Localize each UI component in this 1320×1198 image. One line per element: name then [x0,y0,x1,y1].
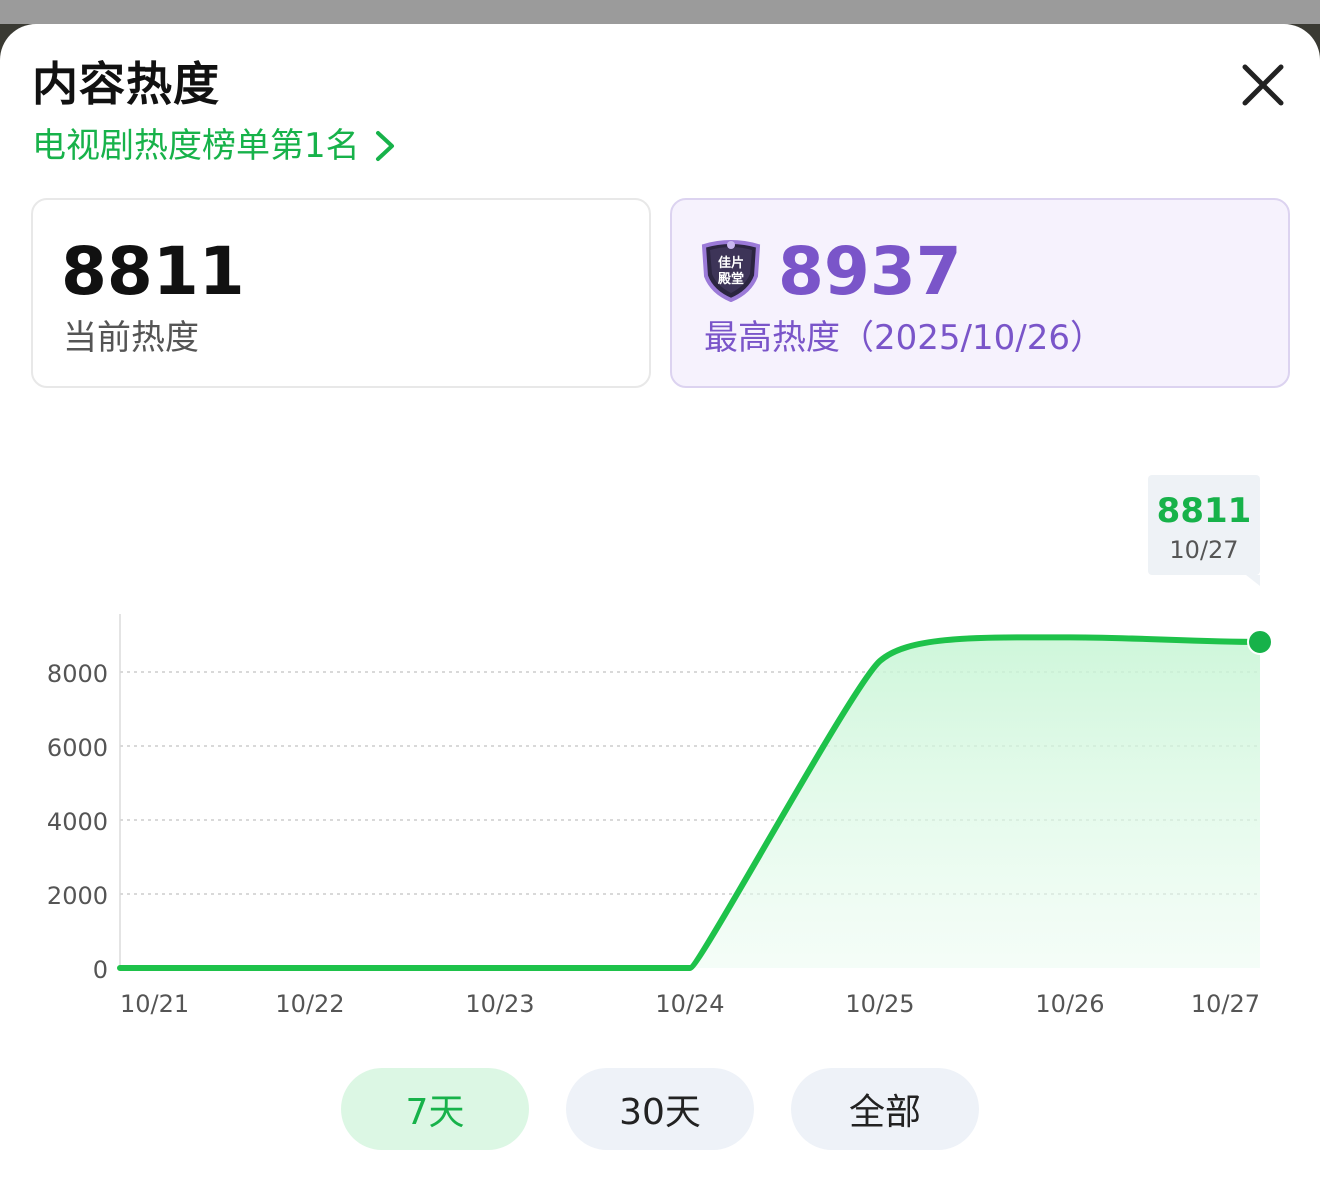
peak-heat-label: 最高热度（2025/10/26） [704,318,1104,358]
y-tick-label: 4000 [47,808,108,836]
close-button[interactable] [1236,58,1290,112]
hall-of-fame-badge-icon: 佳片 殿堂 [701,240,761,302]
ranking-link[interactable]: 电视剧热度榜单第1名 [32,124,396,168]
x-tick-label: 10/26 [1035,990,1104,1018]
chart-tooltip-date: 10/27 [1169,536,1238,564]
chevron-right-icon [375,131,394,161]
y-tick-label: 6000 [47,734,108,762]
range-all-button[interactable]: 全部 [791,1068,979,1150]
peak-heat-card: 佳片 殿堂 8937 最高热度（2025/10/26） [670,198,1290,388]
x-tick-label: 10/25 [845,990,914,1018]
series-area-fill [120,637,1260,968]
y-tick-label: 8000 [47,660,108,688]
x-tick-label: 10/21 [120,990,189,1018]
close-icon [1242,64,1284,106]
y-tick-label: 0 [93,956,108,984]
x-tick-label: 10/22 [275,990,344,1018]
top-status-strip [0,0,1320,24]
current-heat-label: 当前热度 [63,318,199,358]
content-heat-sheet: 内容热度 电视剧热度榜单第1名 8811 当前热度 佳片 殿堂 8937 最高热… [0,24,1320,1198]
svg-text:佳片: 佳片 [718,255,744,271]
current-heat-card: 8811 当前热度 [31,198,651,388]
x-tick-label: 10/24 [655,990,724,1018]
current-heat-value: 8811 [61,233,245,310]
range-30-days-button[interactable]: 30天 [566,1068,754,1150]
range-7-days-button[interactable]: 7天 [341,1068,529,1150]
svg-text:殿堂: 殿堂 [717,271,744,287]
heat-trend-chart: 0 2000 4000 6000 8000 10/21 10/22 10/23 10/24 10/… [47,475,1273,1018]
chart-tooltip-pointer [1246,575,1260,586]
y-tick-label: 2000 [47,882,108,910]
x-tick-label: 10/27 [1191,990,1260,1018]
peak-heat-value: 8937 [778,233,962,310]
page-title: 内容热度 [32,57,220,111]
ranking-link-label: 电视剧热度榜单第1名 [32,126,360,166]
x-tick-label: 10/23 [465,990,534,1018]
highlight-point[interactable] [1247,628,1273,655]
chart-tooltip-value: 8811 [1157,491,1252,531]
